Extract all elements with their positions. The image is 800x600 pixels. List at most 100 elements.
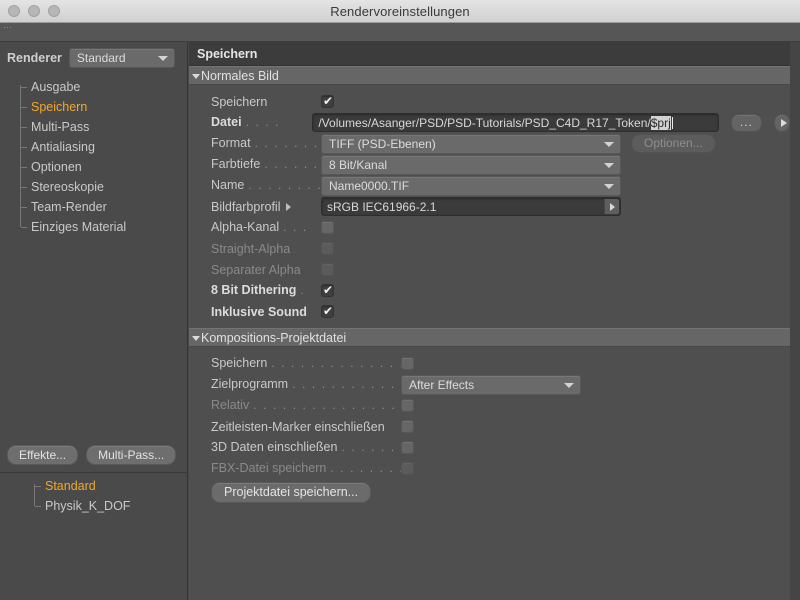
comp-save-checkbox[interactable] bbox=[401, 357, 414, 370]
group-title: Kompositions-Projektdatei bbox=[201, 331, 347, 345]
sidebar-item-ausgabe[interactable]: Ausgabe bbox=[14, 77, 187, 97]
separate-alpha-label: Separater Alpha bbox=[211, 262, 301, 277]
save-fbx-checkbox bbox=[401, 462, 414, 475]
alpha-channel-label: Alpha-Kanal bbox=[211, 220, 280, 234]
sidebar-item-label: Stereoskopie bbox=[31, 180, 104, 194]
sidebar: Renderer Standard Ausgabe Speichern Mult… bbox=[0, 42, 188, 600]
group-header-normales-bild[interactable]: Normales Bild bbox=[189, 66, 790, 85]
save-project-file-button[interactable]: Projektdatei speichern... bbox=[211, 481, 372, 503]
name-value: Name0000.TIF bbox=[329, 178, 410, 193]
save-checkbox[interactable] bbox=[321, 93, 334, 109]
row-comp-speichern: Speichern . . . . . . . . . . . . . . . … bbox=[189, 353, 790, 374]
sidebar-item-speichern[interactable]: Speichern bbox=[14, 97, 187, 117]
effects-button[interactable]: Effekte... bbox=[7, 445, 79, 465]
straight-alpha-label: Straight-Alpha bbox=[211, 241, 291, 256]
chevron-down-icon bbox=[604, 141, 614, 147]
multipass-button[interactable]: Multi-Pass... bbox=[86, 445, 177, 465]
name-select[interactable]: Name0000.TIF bbox=[321, 175, 621, 196]
leader-dots: . . . . . . . . . . . . . bbox=[292, 377, 401, 391]
timeline-markers-checkbox[interactable] bbox=[401, 420, 414, 433]
format-select[interactable]: TIFF (PSD-Ebenen) bbox=[321, 133, 621, 154]
leader-dots: . bbox=[300, 283, 306, 297]
renderer-row: Renderer Standard bbox=[0, 42, 187, 73]
sidebar-item-optionen[interactable]: Optionen bbox=[14, 157, 187, 177]
row-relativ: Relativ . . . . . . . . . . . . . . . . bbox=[189, 395, 790, 416]
include-3d-data-label: 3D Daten einschließen bbox=[211, 440, 338, 454]
text-cursor bbox=[671, 117, 673, 129]
renderer-select[interactable]: Standard bbox=[68, 48, 175, 68]
include-3d-data-checkbox[interactable] bbox=[401, 441, 414, 454]
row-save-project-button: Projektdatei speichern... bbox=[189, 479, 790, 505]
main-panel: Speichern Normales Bild Speichern Datei … bbox=[189, 42, 790, 600]
preset-tree: Standard Physik_K_DOF bbox=[28, 476, 130, 516]
right-edge-strip bbox=[790, 42, 800, 600]
chevron-right-icon bbox=[286, 202, 292, 211]
name-label: Name bbox=[211, 178, 245, 192]
format-value: TIFF (PSD-Ebenen) bbox=[329, 136, 436, 151]
preset-item-physik-k-dof[interactable]: Physik_K_DOF bbox=[28, 496, 130, 516]
row-3d-daten: 3D Daten einschließen . . . . . . . . bbox=[189, 437, 790, 458]
row-alpha-kanal: Alpha-Kanal . . . bbox=[189, 217, 790, 238]
sidebar-button-row: Effekte... Multi-Pass... bbox=[0, 445, 188, 465]
sidebar-item-label: Antialiasing bbox=[31, 140, 95, 154]
preset-item-standard[interactable]: Standard bbox=[28, 476, 130, 496]
row-straight-alpha: Straight-Alpha bbox=[189, 238, 790, 259]
leader-dots: . . . . bbox=[245, 115, 281, 129]
settings-tree: Ausgabe Speichern Multi-Pass Antialiasin… bbox=[14, 77, 187, 237]
dithering-checkbox[interactable] bbox=[321, 282, 334, 298]
sidebar-item-antialiasing[interactable]: Antialiasing bbox=[14, 137, 187, 157]
row-zeitleisten-marker: Zeitleisten-Marker einschließen bbox=[189, 416, 790, 437]
row-zielprogramm: Zielprogramm . . . . . . . . . . . . . A… bbox=[189, 374, 790, 395]
preset-item-label: Physik_K_DOF bbox=[45, 499, 131, 513]
browse-button[interactable]: ... bbox=[730, 113, 763, 132]
target-app-label: Zielprogramm bbox=[211, 377, 289, 391]
straight-alpha-checkbox bbox=[321, 242, 334, 255]
format-options-button[interactable]: Optionen... bbox=[631, 134, 716, 153]
include-sound-checkbox[interactable] bbox=[321, 303, 334, 319]
leader-dots: . . . . . . . . . . . . . . . . bbox=[271, 356, 401, 370]
expand-arrow-button[interactable] bbox=[774, 113, 790, 132]
chevron-down-icon bbox=[564, 382, 574, 388]
renderer-label: Renderer bbox=[7, 51, 62, 65]
sidebar-divider bbox=[0, 472, 188, 473]
sidebar-item-label: Ausgabe bbox=[31, 80, 81, 94]
preset-item-label: Standard bbox=[45, 479, 96, 493]
comp-save-label: Speichern bbox=[211, 356, 268, 370]
chevron-down-icon bbox=[604, 162, 614, 168]
target-app-select[interactable]: After Effects bbox=[401, 374, 581, 395]
sidebar-item-label: Multi-Pass bbox=[31, 120, 90, 134]
sidebar-item-multipass[interactable]: Multi-Pass bbox=[14, 117, 187, 137]
chevron-down-icon bbox=[604, 183, 614, 189]
leader-dots: . . . . . . . . bbox=[248, 178, 321, 192]
sidebar-item-team-render[interactable]: Team-Render bbox=[14, 197, 187, 217]
sidebar-item-stereoskopie[interactable]: Stereoskopie bbox=[14, 177, 187, 197]
group-title: Normales Bild bbox=[201, 69, 279, 83]
file-path-text: /Volumes/Asanger/PSD/PSD-Tutorials/PSD_C… bbox=[318, 116, 651, 130]
chevron-down-icon bbox=[192, 336, 200, 341]
chevron-down-icon bbox=[192, 74, 200, 79]
save-label: Speichern bbox=[211, 94, 268, 109]
color-profile-field[interactable]: sRGB IEC61966-2.1 bbox=[321, 197, 621, 216]
alpha-channel-checkbox[interactable] bbox=[321, 221, 334, 234]
drag-grip-icon[interactable]: ⋯ bbox=[3, 23, 800, 32]
sidebar-item-label: Team-Render bbox=[31, 200, 107, 214]
sidebar-item-label: Einziges Material bbox=[31, 220, 127, 234]
page-title: Speichern bbox=[189, 42, 790, 66]
color-profile-menu-button[interactable] bbox=[604, 199, 619, 214]
row-format: Format . . . . . . . TIFF (PSD-Ebenen) O… bbox=[189, 133, 790, 154]
group-header-kompositions-projektdatei[interactable]: Kompositions-Projektdatei bbox=[189, 328, 790, 347]
sidebar-item-label: Speichern bbox=[31, 100, 88, 114]
row-datei: Datei . . . . /Volumes/Asanger/PSD/PSD-T… bbox=[189, 112, 790, 133]
timeline-markers-label: Zeitleisten-Marker einschließen bbox=[211, 419, 385, 434]
file-path-selection: $prj bbox=[650, 116, 671, 130]
file-path-input[interactable]: /Volumes/Asanger/PSD/PSD-Tutorials/PSD_C… bbox=[312, 113, 719, 132]
row-8bit-dithering: 8 Bit Dithering . bbox=[189, 280, 790, 301]
sidebar-item-einziges-material[interactable]: Einziges Material bbox=[14, 217, 187, 237]
relative-checkbox[interactable] bbox=[401, 399, 414, 412]
format-label: Format bbox=[211, 136, 251, 150]
color-depth-label: Farbtiefe bbox=[211, 157, 261, 171]
target-app-value: After Effects bbox=[409, 377, 475, 392]
color-depth-select[interactable]: 8 Bit/Kanal bbox=[321, 154, 621, 175]
row-inklusive-sound: Inklusive Sound bbox=[189, 301, 790, 322]
row-bildfarbprofil: Bildfarbprofil sRGB IEC61966-2.1 bbox=[189, 196, 790, 217]
